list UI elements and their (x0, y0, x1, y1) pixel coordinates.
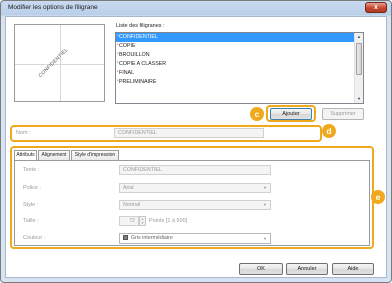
name-field[interactable]: CONFIDENTIEL (114, 128, 264, 138)
chevron-down-icon: ▼ (263, 236, 267, 241)
arrow-up-icon[interactable]: ▲ (355, 33, 363, 41)
color-swatch (123, 234, 128, 240)
size-input[interactable]: 72 (119, 216, 139, 226)
tab-alignement[interactable]: Alignement (38, 150, 70, 160)
style-label: Style : (23, 202, 39, 208)
close-icon: x (374, 4, 378, 11)
dialog-window: Modifier les options de filigrane x CONF… (0, 0, 392, 283)
ok-button[interactable]: OK (239, 263, 283, 275)
delete-button[interactable]: Supprimer (322, 108, 364, 120)
size-hint: Points [1 à 500] (149, 218, 188, 224)
size-label: Taille : (23, 218, 39, 224)
watermark-list-label: Liste des filigranes : (116, 23, 165, 29)
cancel-button[interactable]: Annuler (286, 263, 328, 275)
tab-style-impression[interactable]: Style d'impression (71, 150, 119, 160)
dialog-body: CONFIDENTIEL Liste des filigranes : * CON… (5, 16, 387, 278)
close-button[interactable]: x (365, 2, 387, 13)
list-item[interactable]: * FINAL (116, 69, 363, 78)
add-button[interactable]: Ajouter (270, 108, 312, 120)
style-select[interactable]: Normal ▼ (119, 200, 271, 210)
size-stepper[interactable]: ▲ ▼ (139, 216, 146, 226)
chevron-down-icon: ▼ (263, 202, 267, 207)
list-item[interactable]: * COPIE A CLASSER (116, 60, 363, 69)
callout-e: e (371, 190, 385, 204)
color-select[interactable]: Gris intermédiaire ▼ (119, 233, 271, 244)
preview-v-guide (60, 25, 61, 101)
color-label: Couleur : (23, 235, 46, 241)
help-button[interactable]: Aide (332, 263, 374, 275)
list-item[interactable]: * COPIE (116, 42, 363, 51)
callout-c: c (250, 107, 264, 121)
font-label: Police : (23, 185, 42, 191)
chevron-down-icon: ▼ (263, 185, 267, 190)
watermark-preview: CONFIDENTIEL (14, 24, 105, 102)
text-input[interactable]: CONFIDENTIEL (119, 165, 271, 175)
arrow-down-icon[interactable]: ▼ (355, 95, 363, 103)
title-bar: Modifier les options de filigrane x (1, 1, 391, 16)
list-item[interactable]: * PRELIMINAIRE (116, 78, 363, 87)
list-item[interactable]: * BROUILLON (116, 51, 363, 60)
window-title: Modifier les options de filigrane (8, 4, 98, 11)
list-item[interactable]: * CONFIDENTIEL (116, 33, 363, 42)
scroll-thumb[interactable] (356, 43, 362, 75)
preview-watermark-text: CONFIDENTIEL (37, 47, 70, 79)
attributes-panel: Texte : CONFIDENTIEL Police : Arial ▼ Sty… (14, 160, 370, 246)
watermark-list[interactable]: * CONFIDENTIEL * COPIE * BROUILLON * COPIE A… (115, 32, 364, 104)
list-scrollbar[interactable]: ▲ ▼ (354, 33, 363, 103)
text-label: Texte : (23, 167, 40, 173)
font-select[interactable]: Arial ▼ (119, 183, 271, 193)
name-label: Nom : (16, 130, 31, 136)
callout-d: d (322, 124, 336, 138)
